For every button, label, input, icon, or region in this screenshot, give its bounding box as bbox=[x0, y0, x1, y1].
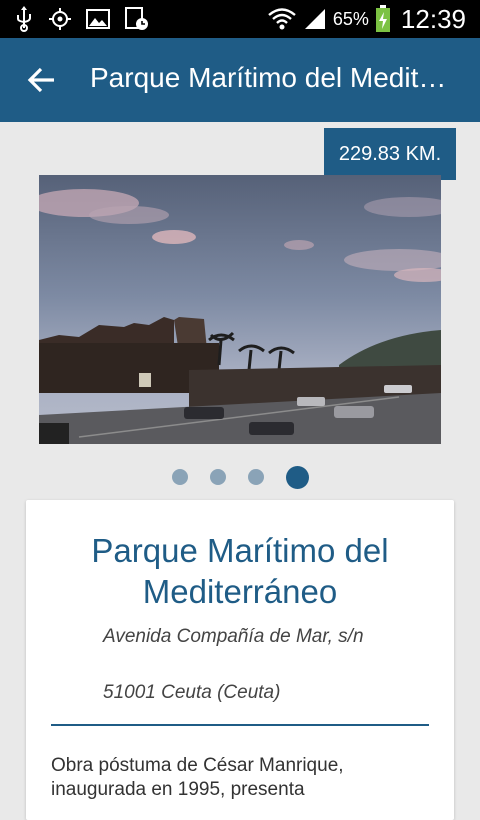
wifi-icon bbox=[267, 6, 297, 32]
page-dot-3[interactable] bbox=[247, 469, 264, 485]
clock: 12:39 bbox=[400, 3, 466, 34]
battery-icon bbox=[375, 5, 391, 33]
page-title: Parque Marítimo del Medit… bbox=[90, 62, 447, 93]
page-dot-4-active[interactable] bbox=[285, 465, 309, 489]
page-indicator bbox=[0, 465, 480, 489]
status-bar: 65% 12:39 bbox=[0, 0, 480, 38]
gallery-icon bbox=[86, 8, 110, 30]
info-card: Parque Marítimo del Mediterráneo Avenida… bbox=[26, 500, 454, 820]
screenshot-icon bbox=[124, 6, 150, 32]
divider bbox=[51, 724, 429, 726]
address-line-1: Avenida Compañía de Mar, s/n bbox=[103, 626, 364, 647]
signal-icon bbox=[303, 7, 327, 31]
battery-percent: 65% bbox=[332, 8, 369, 29]
park-photo bbox=[39, 175, 441, 444]
page-dot-1[interactable] bbox=[171, 469, 188, 485]
usb-icon bbox=[14, 6, 34, 32]
address-line-2: 51001 Ceuta (Ceuta) bbox=[103, 682, 281, 703]
back-button[interactable] bbox=[26, 65, 58, 95]
app-bar: Parque Marítimo del Medit… bbox=[0, 38, 480, 122]
description-text: Obra póstuma de César Manrique, inaugura… bbox=[51, 755, 344, 800]
arrow-left-icon bbox=[27, 67, 54, 93]
page-dot-2[interactable] bbox=[209, 469, 226, 485]
photo-gallery[interactable] bbox=[39, 175, 441, 444]
distance-badge: 229.83 KM. bbox=[324, 128, 456, 180]
place-title: Parque Marítimo del Mediterráneo bbox=[91, 532, 389, 610]
gps-icon bbox=[48, 7, 72, 31]
